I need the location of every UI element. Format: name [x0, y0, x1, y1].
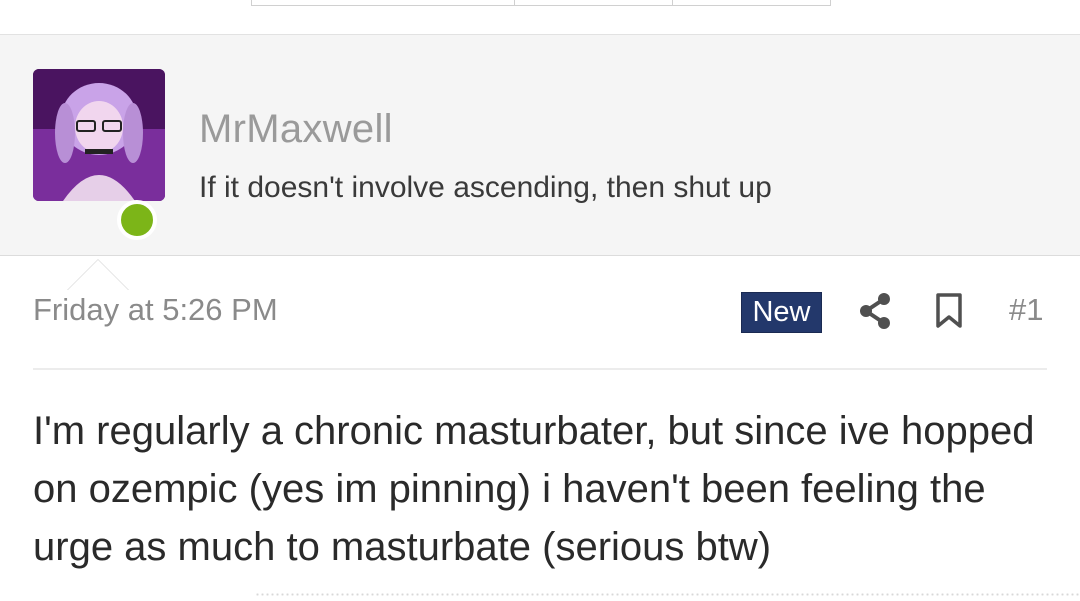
- user-title: If it doesn't involve ascending, then sh…: [199, 171, 772, 204]
- pagination-segment[interactable]: [673, 0, 830, 5]
- post-divider: [33, 368, 1047, 370]
- avatar[interactable]: [33, 69, 165, 201]
- username[interactable]: MrMaxwell: [199, 107, 393, 152]
- post-footer-dots: [255, 592, 1080, 598]
- post-body: I'm regularly a chronic masturbater, but…: [33, 409, 1035, 569]
- pagination-fragment: [251, 0, 831, 6]
- avatar-image: [33, 69, 165, 201]
- online-status-icon: [117, 200, 157, 240]
- bookmark-icon[interactable]: [933, 292, 965, 330]
- share-icon[interactable]: [858, 292, 892, 330]
- pagination-segment[interactable]: [515, 0, 673, 5]
- post-date[interactable]: Friday at 5:26 PM: [33, 292, 278, 328]
- header-pointer: [67, 259, 129, 290]
- post-number[interactable]: #1: [1009, 292, 1043, 328]
- pagination-segment[interactable]: [252, 0, 515, 5]
- post-user-header: MrMaxwell If it doesn't involve ascendin…: [0, 34, 1080, 290]
- new-badge: New: [741, 292, 822, 333]
